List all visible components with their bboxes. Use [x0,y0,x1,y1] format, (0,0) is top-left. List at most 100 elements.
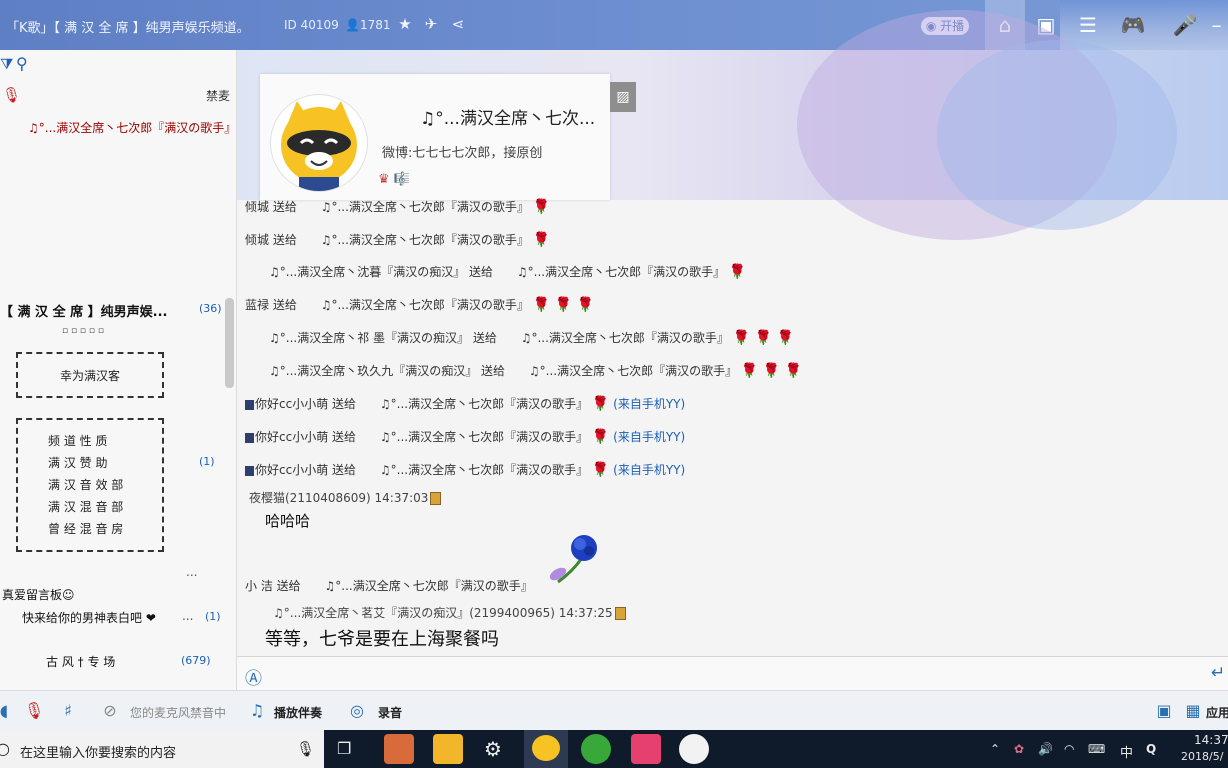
settings-gear-icon[interactable]: ⚙ [484,737,502,761]
gift-line: 小 洁 送给 ♫°...满汉全席丶七次郎『满汉の歌手』 [245,579,533,593]
folder-icon[interactable] [433,734,463,764]
gift-line: 倾城 送给 ♫°...满汉全席丶七次郎『满汉の歌手』 🌹 [245,199,551,215]
subchannel-item[interactable]: 满 汉 混 音 部 [48,498,123,515]
rose-icon: 🌹 [728,264,747,280]
welcome-box[interactable]: 幸为满汉客 [16,352,164,398]
gift-line: ♫°...满汉全席丶玖久九『满汉の痴汉』 送给 ♫°...满汉全席丶七次郎『满汉… [269,363,803,379]
rose-icon: 🌹 [532,199,551,215]
record-button[interactable]: 录音 [378,704,402,721]
yy-icon [245,465,254,476]
search-placeholder: 在这里输入你要搜索的内容 [20,746,177,761]
send-icon[interactable]: ↵ [1211,663,1225,683]
mic-stand-icon[interactable]: 🎤 [1165,0,1205,50]
yy-icon [245,399,254,410]
chat-message: 等等，七爷是要在上海聚餐吗 [265,629,499,650]
microphone-icon[interactable]: 🎙 [296,740,315,758]
bottom-toolbar: ◖ 🎙 ♯ ⊘ 您的麦克风禁音中 ♫ 播放伴奏 ◎ 录音 ▣ ▦ 应用 [0,690,1228,731]
channel-id: ID 40109 [284,18,339,32]
subchannel-item[interactable]: 频 道 性 质 [48,432,107,449]
tv-icon[interactable]: ▣ [1154,701,1174,720]
image-icon[interactable]: ▨ [610,82,636,112]
tray-chevron-icon[interactable]: ⌃ [990,742,1000,756]
yy-icon [245,432,254,443]
chat-username[interactable]: ♫°...满汉全席丶茗艾『满汉の痴汉』(2199400965) 14:37:25 [273,604,626,621]
mute-mic-label[interactable]: 禁麦 [206,87,230,104]
gift-line: 你好cc小小萌 送给 ♫°...满汉全席丶七次郎『满汉の歌手』 🌹 (来自手机Y… [245,428,685,445]
person-icon: 👤 [345,18,360,32]
equalizer-icon[interactable]: ♯ [58,701,78,720]
search-icon: ○ [0,739,10,758]
profile-card: ♫°...满汉全席丶七次... 微博:七七七七次郎，接原创 ♛ 🎼 [260,74,610,200]
filter-icon[interactable]: ⧩ [0,55,13,73]
gift-line: 你好cc小小萌 送给 ♫°...满汉全席丶七次郎『满汉の歌手』 🌹 (来自手机Y… [245,395,685,412]
blue-rose-icon [540,530,604,586]
taskbar-search[interactable]: ○ 在这里输入你要搜索的内容 🎙 [0,730,324,768]
profile-name: ♫°...满汉全席丶七次... [420,109,596,129]
gift-line: 蓝禄 送给 ♫°...满汉全席丶七次郎『满汉の歌手』 🌹 🌹 🌹 [245,297,594,313]
flower-icon[interactable]: ✿ [1014,742,1024,756]
rose-icon: 🌹 [591,429,610,445]
record-icon[interactable]: ◎ [347,701,367,720]
plane-icon[interactable]: ✈ [421,14,441,34]
room-item[interactable]: 古 风 † 专 场 [46,653,115,670]
board-item[interactable]: 快来给你的男神表白吧 ❤ [22,609,156,626]
channel-sidebar: ⧩ ⚲ 🎙 禁麦 ♫°...满汉全席丶七次郎『满汉の歌手』 【 满 汉 全 席 … [0,50,237,690]
apps-button[interactable]: 应用 [1206,704,1228,721]
message-board[interactable]: 真爱留言板☺ [2,586,75,603]
network-icon[interactable]: ◠ [1064,742,1074,756]
plus-app-icon[interactable] [581,734,611,764]
rose-icon: 🌹 [591,396,610,412]
chat-username[interactable]: 夜樱猫(2110408609) 14:37:03 [249,489,442,506]
clock-time[interactable]: 14:37 [1194,733,1228,747]
room-count: (679) [181,654,211,667]
chat-input[interactable]: Ⓐ ↵ [237,656,1228,691]
keyboard-icon[interactable]: ⌨ [1088,742,1105,756]
gamepad-icon[interactable]: 🎮 [1113,0,1153,50]
member-count: 👤1781 [345,18,391,32]
share-icon[interactable]: ⋖ [448,14,468,34]
avatar[interactable] [270,94,368,192]
music-note-icon[interactable]: ♫ [247,701,267,720]
mic-off-icon: ⊘ [103,701,117,720]
font-style-icon[interactable]: Ⓐ [245,664,262,689]
clock-date[interactable]: 2018/5/ [1181,750,1223,763]
windows-taskbar: ○ 在这里输入你要搜索的内容 🎙 ❐ ⚙ ⌃ ✿ 🔊 ◠ ⌨ 中 Q 14:37… [0,730,1228,768]
sidebar-scrollbar[interactable] [225,298,234,388]
rose-icon: 🌹 [532,232,551,248]
mic-muted-icon[interactable]: 🎙 [2,86,21,104]
mic-muted-icon[interactable]: 🎙 [24,701,44,720]
channel-title: 「K歌」【 满 汉 全 席 】纯男声娱乐频道。 [6,21,250,36]
circles-app-icon[interactable] [679,734,709,764]
host-name[interactable]: ♫°...满汉全席丶七次郎『满汉の歌手』 [28,119,236,136]
search-icon[interactable]: ⚲ [16,54,28,73]
music-app-icon[interactable] [631,734,661,764]
minimize-icon[interactable]: – [1205,0,1228,50]
gift-line: ♫°...满汉全席丶沈暮『满汉の痴汉』 送给 ♫°...满汉全席丶七次郎『满汉の… [269,264,747,280]
welcome-text: 幸为满汉客 [59,369,120,383]
more-ellipsis[interactable]: ... [186,565,197,579]
notification-icon[interactable]: Q [1146,742,1156,756]
paint-app-icon[interactable] [384,734,414,764]
subchannel-item[interactable]: 曾 经 混 音 房 [48,520,123,537]
mic-muted-status: 您的麦克风禁音中 [130,706,227,720]
subchannel-count: (1) [199,455,215,468]
rose-icon: 🌹 🌹 🌹 [732,330,794,346]
phone-icon [430,492,442,505]
volume-icon[interactable]: ◖ [0,701,14,720]
yy-app-icon[interactable] [524,730,568,768]
rose-icon: 🌹 🌹 🌹 [532,297,594,313]
apps-grid-icon[interactable]: ▦ [1183,701,1203,720]
phone-icon [614,607,626,620]
task-view-icon[interactable]: ❐ [337,739,351,758]
channel-root[interactable]: 【 满 汉 全 席 】纯男声娱... [0,301,167,320]
subchannel-item[interactable]: 满 汉 赞 助 [48,454,107,471]
play-accompaniment-button[interactable]: 播放伴奏 [274,704,322,721]
gift-line: 倾城 送给 ♫°...满汉全席丶七次郎『满汉の歌手』 🌹 [245,232,551,248]
gift-line: 你好cc小小萌 送给 ♫°...满汉全席丶七次郎『满汉の歌手』 🌹 (来自手机Y… [245,461,685,478]
speaker-icon[interactable]: 🔊 [1038,742,1053,756]
star-icon[interactable]: ★ [395,14,415,34]
chat-message: 哈哈哈 [265,512,311,530]
subchannel-item[interactable]: 满 汉 音 效 部 [48,476,123,493]
board-ellipsis[interactable]: ... [182,609,193,623]
ime-indicator[interactable]: 中 [1120,742,1133,761]
